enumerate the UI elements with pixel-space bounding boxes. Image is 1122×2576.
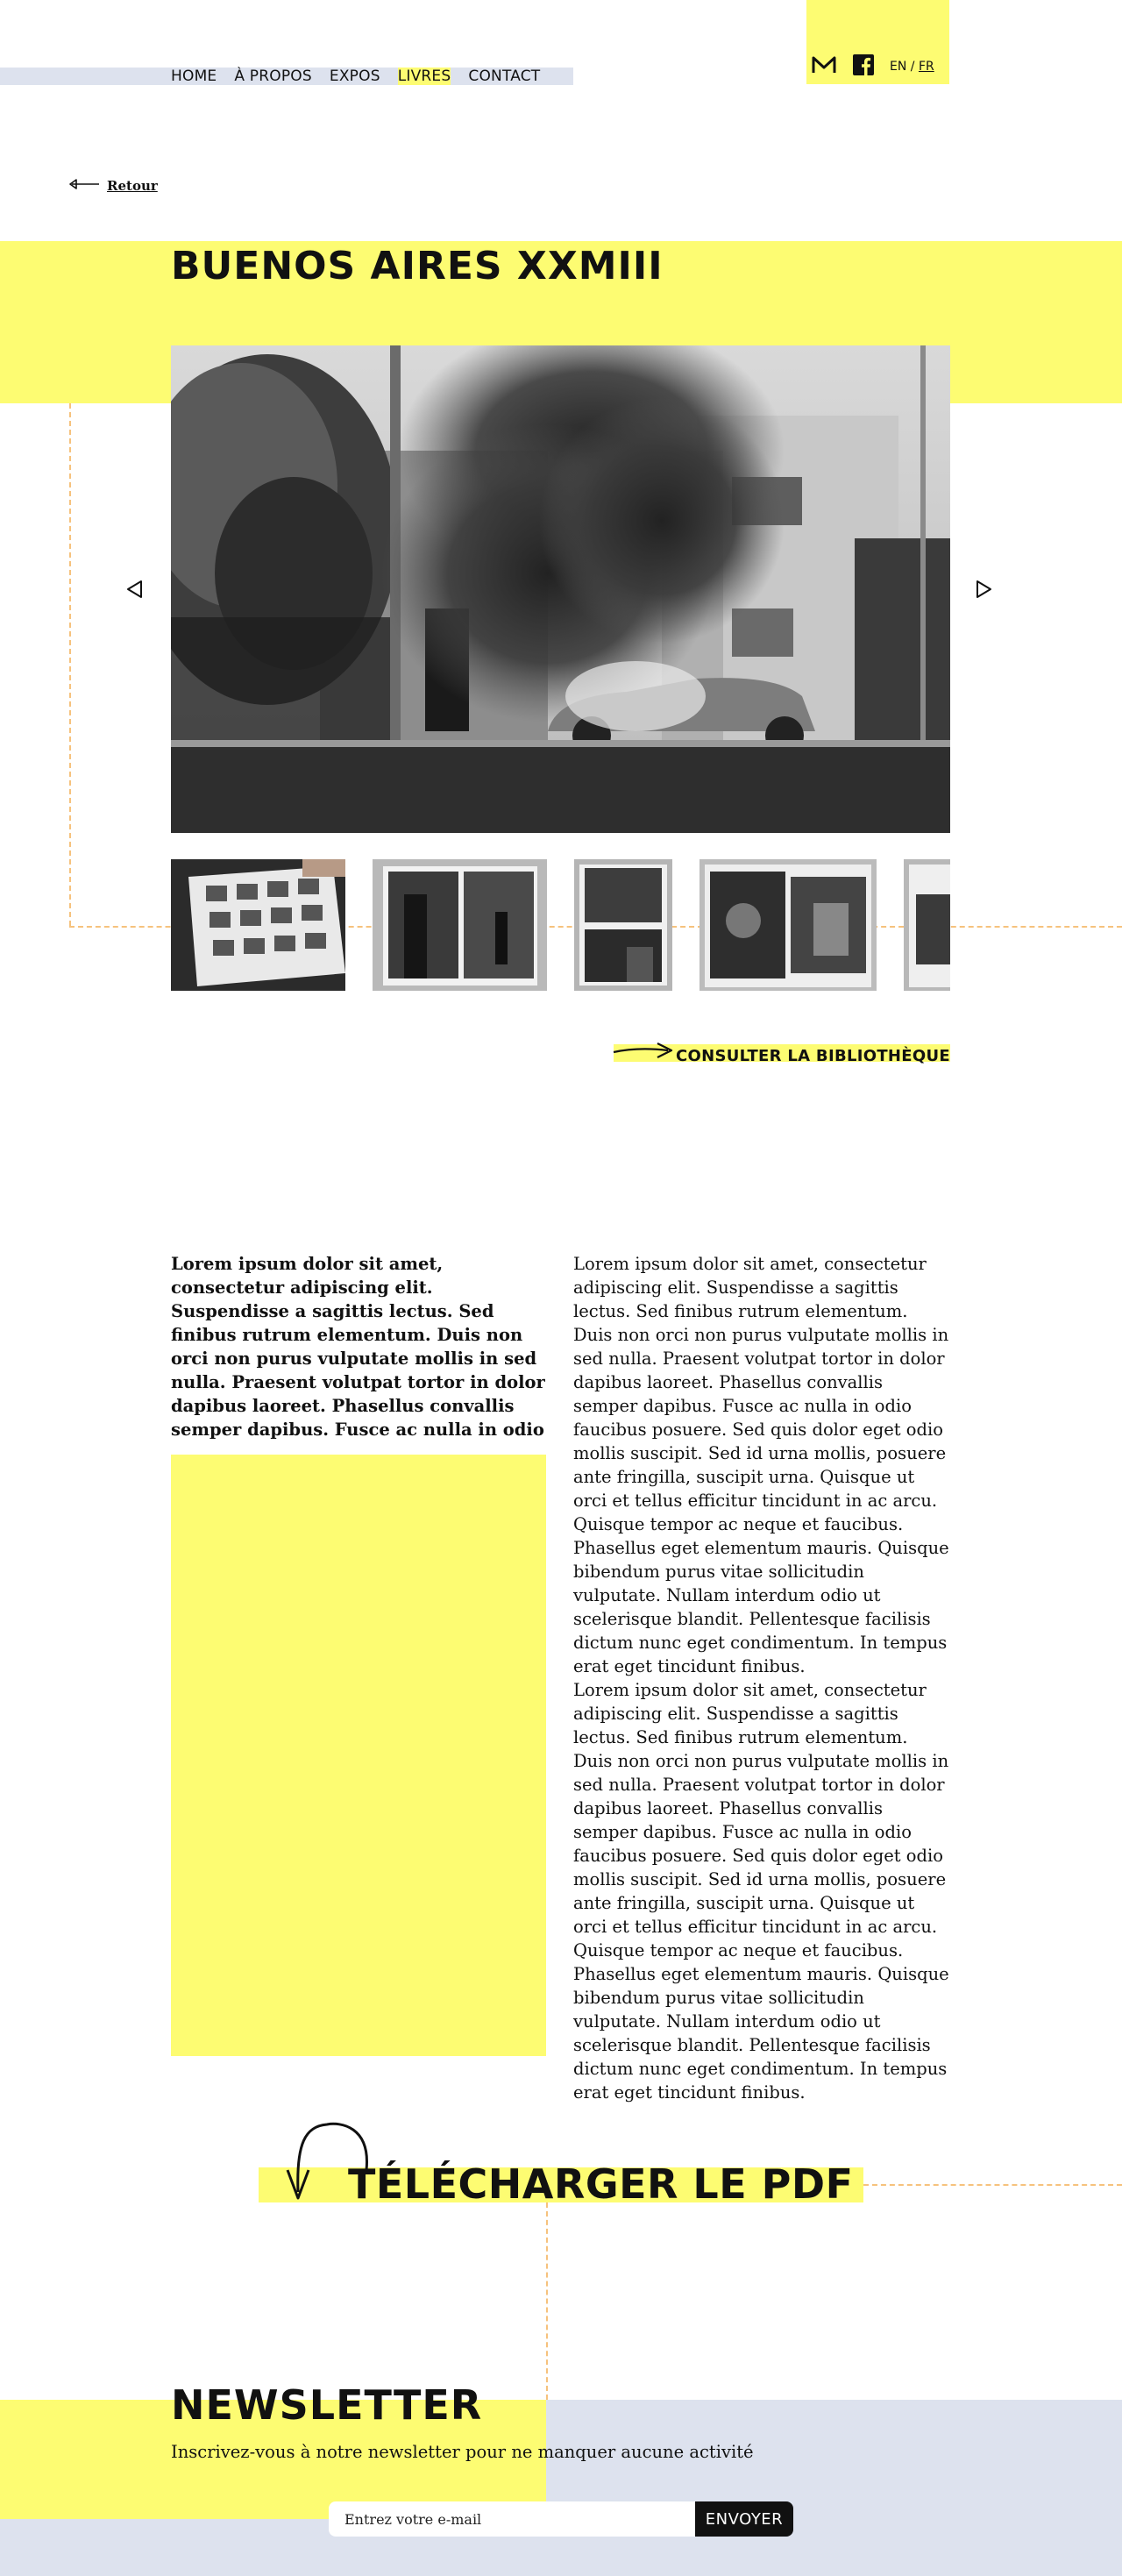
triangle-left-icon	[127, 580, 142, 598]
language-switch: EN / FR	[890, 60, 934, 74]
submit-button[interactable]: ENVOYER	[695, 2501, 793, 2537]
main-nav: HOME À PROPOS EXPOS LIVRES CONTACT	[171, 67, 540, 86]
mail-icon[interactable]	[811, 55, 837, 78]
newsletter-subtitle: Inscrivez-vous à notre newsletter pour n…	[171, 2442, 754, 2462]
consult-library-link[interactable]: CONSULTER LA BIBLIOTHÈQUE	[614, 1040, 950, 1071]
next-image-button[interactable]	[972, 577, 997, 601]
download-pdf-link[interactable]: TÉLÉCHARGER LE PDF	[348, 2160, 854, 2208]
thumb-contact-sheet[interactable]	[171, 859, 345, 991]
back-label: Retour	[107, 178, 158, 194]
newsletter-title: NEWSLETTER	[171, 2381, 483, 2429]
nav-a-propos[interactable]: À PROPOS	[234, 68, 312, 85]
nav-home[interactable]: HOME	[171, 68, 217, 85]
arrow-left-icon	[68, 178, 100, 194]
dashed-guide	[69, 403, 71, 926]
consult-library-label: CONSULTER LA BIBLIOTHÈQUE	[676, 1046, 950, 1065]
newsletter-bg-blue	[546, 2400, 1122, 2576]
thumb-book-spread-interior[interactable]	[699, 859, 877, 991]
lang-en[interactable]: EN	[890, 60, 906, 74]
body-paragraph: Lorem ipsum dolor sit amet, consectetur …	[573, 1680, 949, 2103]
newsletter-form: ENVOYER	[329, 2501, 793, 2537]
dashed-guide	[546, 2202, 548, 2400]
triangle-right-icon	[976, 580, 991, 598]
body-paragraph: Lorem ipsum dolor sit amet, consectetur …	[573, 1254, 949, 1676]
body-text: Lorem ipsum dolor sit amet, consectetur …	[573, 1252, 952, 2104]
facebook-icon[interactable]	[853, 54, 874, 79]
nav-livres[interactable]: LIVRES	[397, 68, 451, 85]
social-links: EN / FR	[811, 54, 934, 79]
hero-image	[171, 345, 950, 833]
thumb-book-spread-buildings[interactable]	[373, 859, 547, 991]
download-pdf-label: TÉLÉCHARGER LE PDF	[348, 2160, 854, 2208]
thumb-book-page-landscape[interactable]	[574, 859, 672, 991]
prev-image-button[interactable]	[122, 577, 146, 601]
lang-separator: /	[910, 60, 915, 74]
lead-paragraph: Lorem ipsum dolor sit amet, consectetur …	[171, 1254, 545, 1440]
nav-contact[interactable]: CONTACT	[468, 68, 540, 85]
back-link[interactable]: Retour	[68, 178, 158, 194]
email-field[interactable]	[329, 2501, 695, 2537]
lang-fr[interactable]: FR	[919, 60, 934, 74]
page-title: BUENOS AIRES XXMIII	[171, 244, 664, 288]
thumb-book-spread-partial[interactable]	[904, 859, 950, 991]
yellow-block	[171, 1455, 546, 2056]
dashed-guide	[863, 2184, 1122, 2186]
nav-expos[interactable]: EXPOS	[330, 68, 380, 85]
